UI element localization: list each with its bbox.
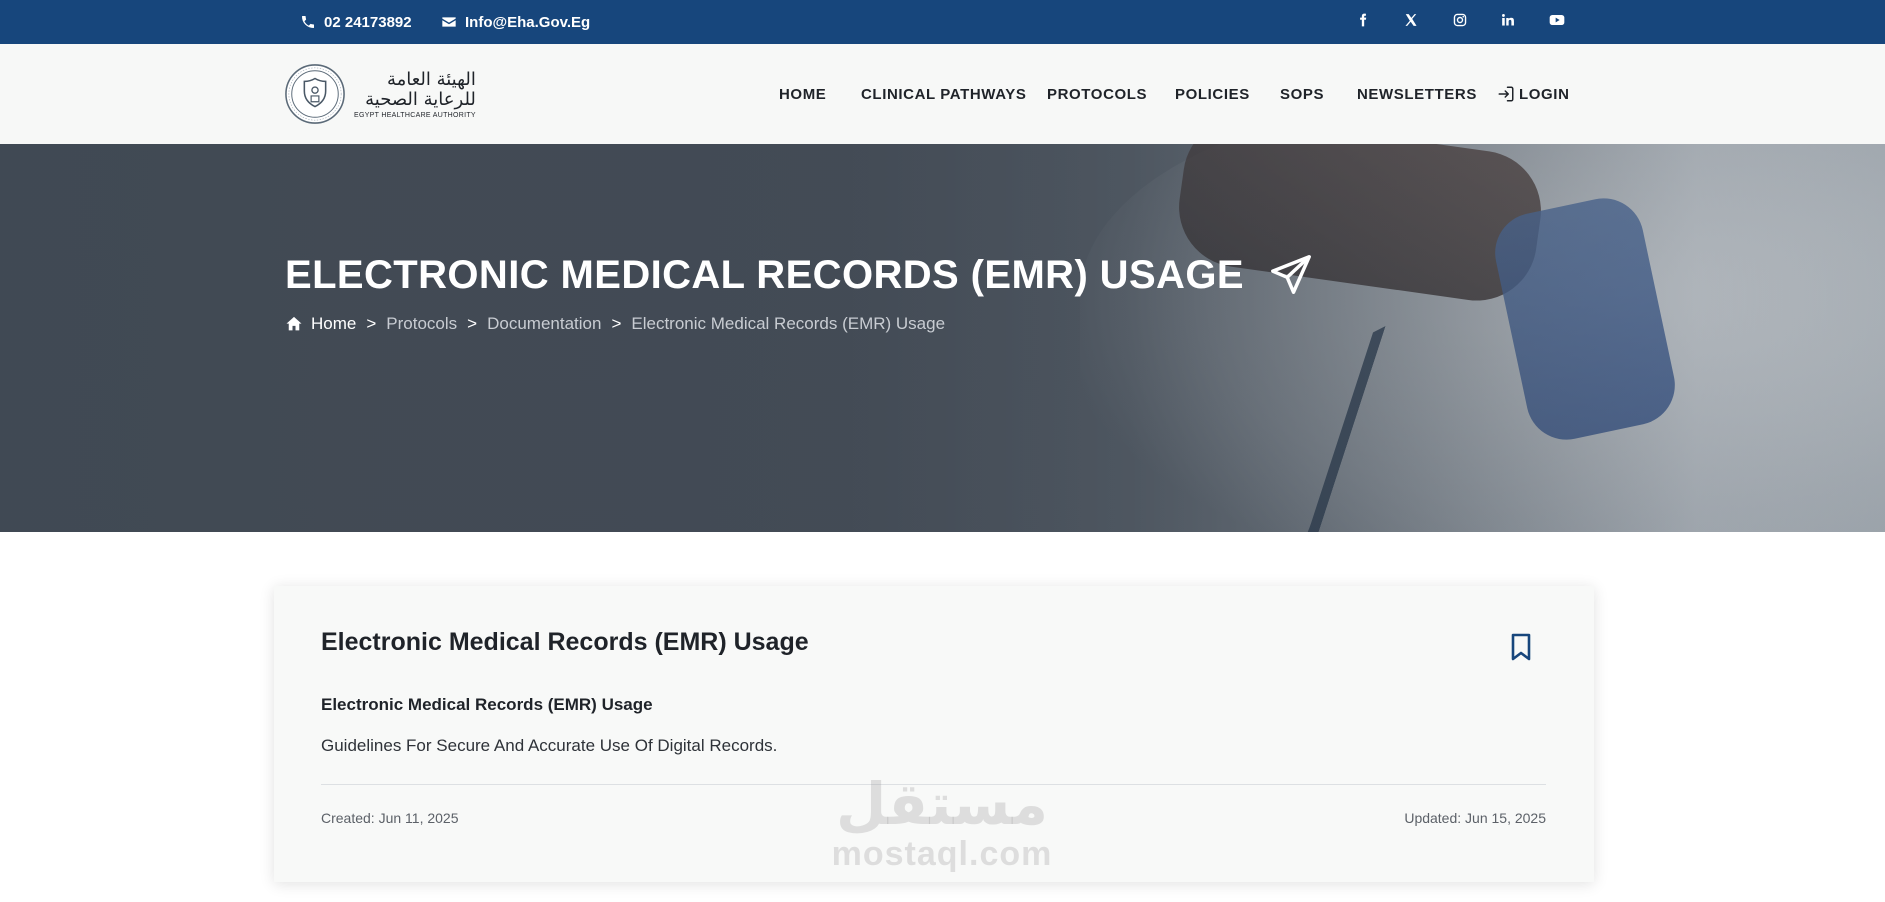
document-title: Electronic Medical Records (EMR) Usage [321, 628, 809, 656]
envelope-icon [441, 14, 457, 30]
updated-date: Updated: Jun 15, 2025 [1404, 810, 1546, 826]
breadcrumb-separator: > [467, 314, 478, 333]
bookmark-icon [1510, 633, 1532, 661]
card-divider [321, 784, 1546, 785]
authority-seal-icon [284, 63, 346, 125]
email-address: Info@Eha.Gov.Eg [465, 13, 591, 31]
breadcrumb-separator: > [366, 314, 377, 333]
site-logo[interactable]: الهيئة العامة للرعاية الصحية EGYPT HEALT… [284, 62, 476, 126]
login-link[interactable]: LOGIN [1497, 85, 1570, 103]
phone-number: 02 24173892 [324, 13, 412, 31]
nav-home[interactable]: HOME [779, 86, 826, 103]
email-contact[interactable]: Info@Eha.Gov.Eg [441, 0, 590, 44]
youtube-icon [1549, 12, 1565, 33]
breadcrumb-item-current: Electronic Medical Records (EMR) Usage [631, 314, 946, 333]
page-title: ELECTRONIC MEDICAL RECORDS (EMR) USAGE [285, 252, 1314, 298]
youtube-link[interactable] [1545, 0, 1569, 44]
document-card: Electronic Medical Records (EMR) Usage E… [274, 586, 1594, 882]
home-icon [285, 315, 303, 333]
nav-sops[interactable]: SOPS [1280, 86, 1324, 103]
linkedin-link[interactable] [1496, 0, 1520, 44]
breadcrumb-home-label: Home [311, 314, 357, 333]
breadcrumb-separator: > [611, 314, 622, 333]
document-subtitle: Electronic Medical Records (EMR) Usage [321, 695, 653, 714]
created-date: Created: Jun 11, 2025 [321, 810, 459, 826]
bookmark-button[interactable] [1510, 633, 1532, 661]
x-link[interactable] [1399, 0, 1423, 44]
facebook-link[interactable] [1351, 0, 1375, 44]
nav-protocols[interactable]: PROTOCOLS [1047, 86, 1147, 103]
nav-newsletters[interactable]: NEWSLETTERS [1357, 86, 1477, 103]
paper-plane-icon [1268, 252, 1314, 298]
linkedin-icon [1501, 13, 1515, 32]
breadcrumb-item-protocols[interactable]: Protocols [386, 314, 457, 334]
nav-policies[interactable]: POLICIES [1175, 86, 1250, 103]
login-icon [1497, 85, 1515, 103]
x-icon [1404, 13, 1418, 32]
logo-arabic-line-2: للرعاية الصحية [365, 88, 476, 110]
breadcrumb-home[interactable]: Home [285, 314, 356, 334]
page-hero-banner: ELECTRONIC MEDICAL RECORDS (EMR) USAGE H… [0, 144, 1885, 532]
top-contact-bar: 02 24173892 Info@Eha.Gov.Eg [0, 0, 1885, 44]
login-label: LOGIN [1519, 85, 1570, 103]
page-title-text: ELECTRONIC MEDICAL RECORDS (EMR) USAGE [285, 252, 1244, 297]
breadcrumb: Home > Protocols > Documentation > Elect… [285, 314, 945, 334]
nav-clinical-pathways[interactable]: CLINICAL PATHWAYS [861, 86, 1027, 103]
phone-contact[interactable]: 02 24173892 [300, 0, 412, 44]
instagram-link[interactable] [1448, 0, 1472, 44]
logo-english-name: EGYPT HEALTHCARE AUTHORITY [354, 111, 476, 119]
instagram-icon [1453, 13, 1467, 32]
logo-arabic-line-1: الهيئة العامة [386, 68, 476, 90]
logo-text: الهيئة العامة للرعاية الصحية EGYPT HEALT… [354, 68, 476, 119]
facebook-icon [1356, 13, 1370, 32]
hero-overlay [0, 144, 1885, 532]
site-header: الهيئة العامة للرعاية الصحية EGYPT HEALT… [0, 44, 1885, 144]
phone-icon [300, 14, 316, 30]
document-description: Guidelines For Secure And Accurate Use O… [321, 736, 778, 755]
breadcrumb-item-documentation[interactable]: Documentation [487, 314, 601, 334]
